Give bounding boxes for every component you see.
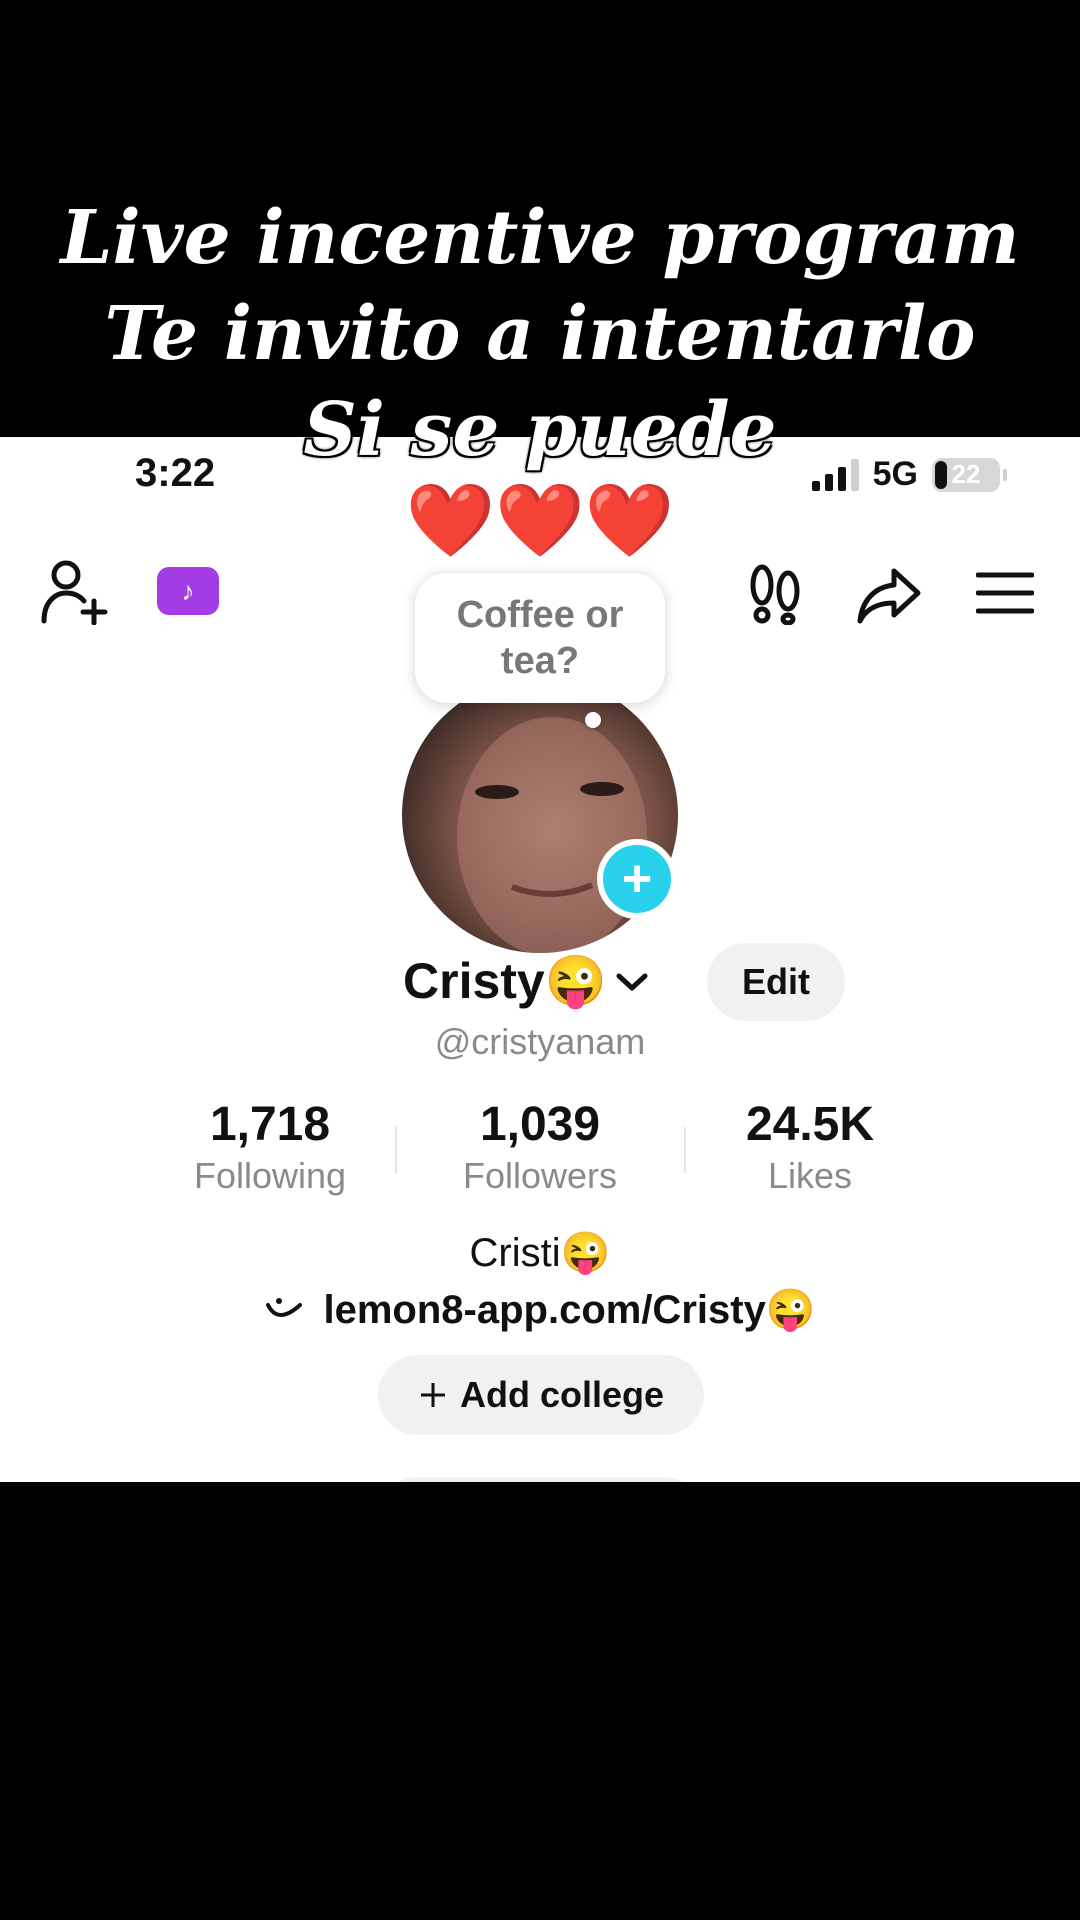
stat-value: 1,718 [209,1098,331,1151]
caption-line-1: Live incentive program [60,195,1020,281]
add-story-button[interactable]: + [597,839,677,919]
hearts-emoji: ❤️❤️❤️ [0,478,1080,563]
name-row[interactable]: Cristy😜 [403,952,649,1011]
stat-label: Followers [462,1155,618,1196]
note-text: Coffee or tea? [456,594,624,682]
stat-following[interactable]: 1,718 Following [135,1097,405,1199]
stat-divider [684,1127,686,1173]
stat-value: 1,039 [479,1098,601,1151]
profile-link[interactable]: lemon8-app.com/Cristy😜 [0,1282,1080,1338]
hearts-text: ❤️❤️❤️ [405,481,675,561]
bio-text: Cristi😜 [469,1231,611,1275]
link-text: lemon8-app.com/Cristy😜 [323,1288,816,1332]
profile-screen: 3:22 5G 22 ♪ Coffee or tea? + Cristy😜 Ed… [0,437,1080,1482]
video-caption: Live incentive program Te invito a inten… [0,190,1080,478]
stat-label: Likes [767,1155,853,1196]
stat-likes[interactable]: 24.5K Likes [675,1097,945,1199]
chevron-down-icon [616,973,648,990]
stat-divider [395,1127,397,1173]
display-name: Cristy😜 [403,953,607,1009]
stat-label: Following [193,1155,347,1196]
plus-icon: + [621,850,653,908]
stat-value: 24.5K [745,1098,875,1151]
share-arrow-icon[interactable] [856,565,922,625]
link-smile-icon [266,1298,303,1317]
tiktok-note-icon: ♪ [181,575,195,606]
plus-icon [420,1383,445,1407]
tiktok-studio-button[interactable]: ♪ [157,567,219,615]
note-bubble[interactable]: Coffee or tea? [415,573,665,703]
caption-line-3: Si se puede [303,387,777,473]
bubble-tail [585,712,601,728]
profile-stats: 1,718 Following 1,039 Followers 24.5K Li… [135,1097,945,1199]
add-college-button[interactable]: Add college [378,1355,704,1435]
hamburger-menu-icon[interactable] [976,571,1034,615]
footprints-icon[interactable] [748,563,802,625]
username-handle: @cristyanam [434,1021,646,1062]
person-add-icon[interactable] [40,559,112,625]
stat-followers[interactable]: 1,039 Followers [405,1097,675,1199]
partial-button [378,1477,704,1482]
add-college-label: Add college [459,1374,665,1415]
caption-line-2: Te invito a intentarlo [104,291,976,377]
edit-profile-button[interactable]: Edit [707,943,845,1021]
